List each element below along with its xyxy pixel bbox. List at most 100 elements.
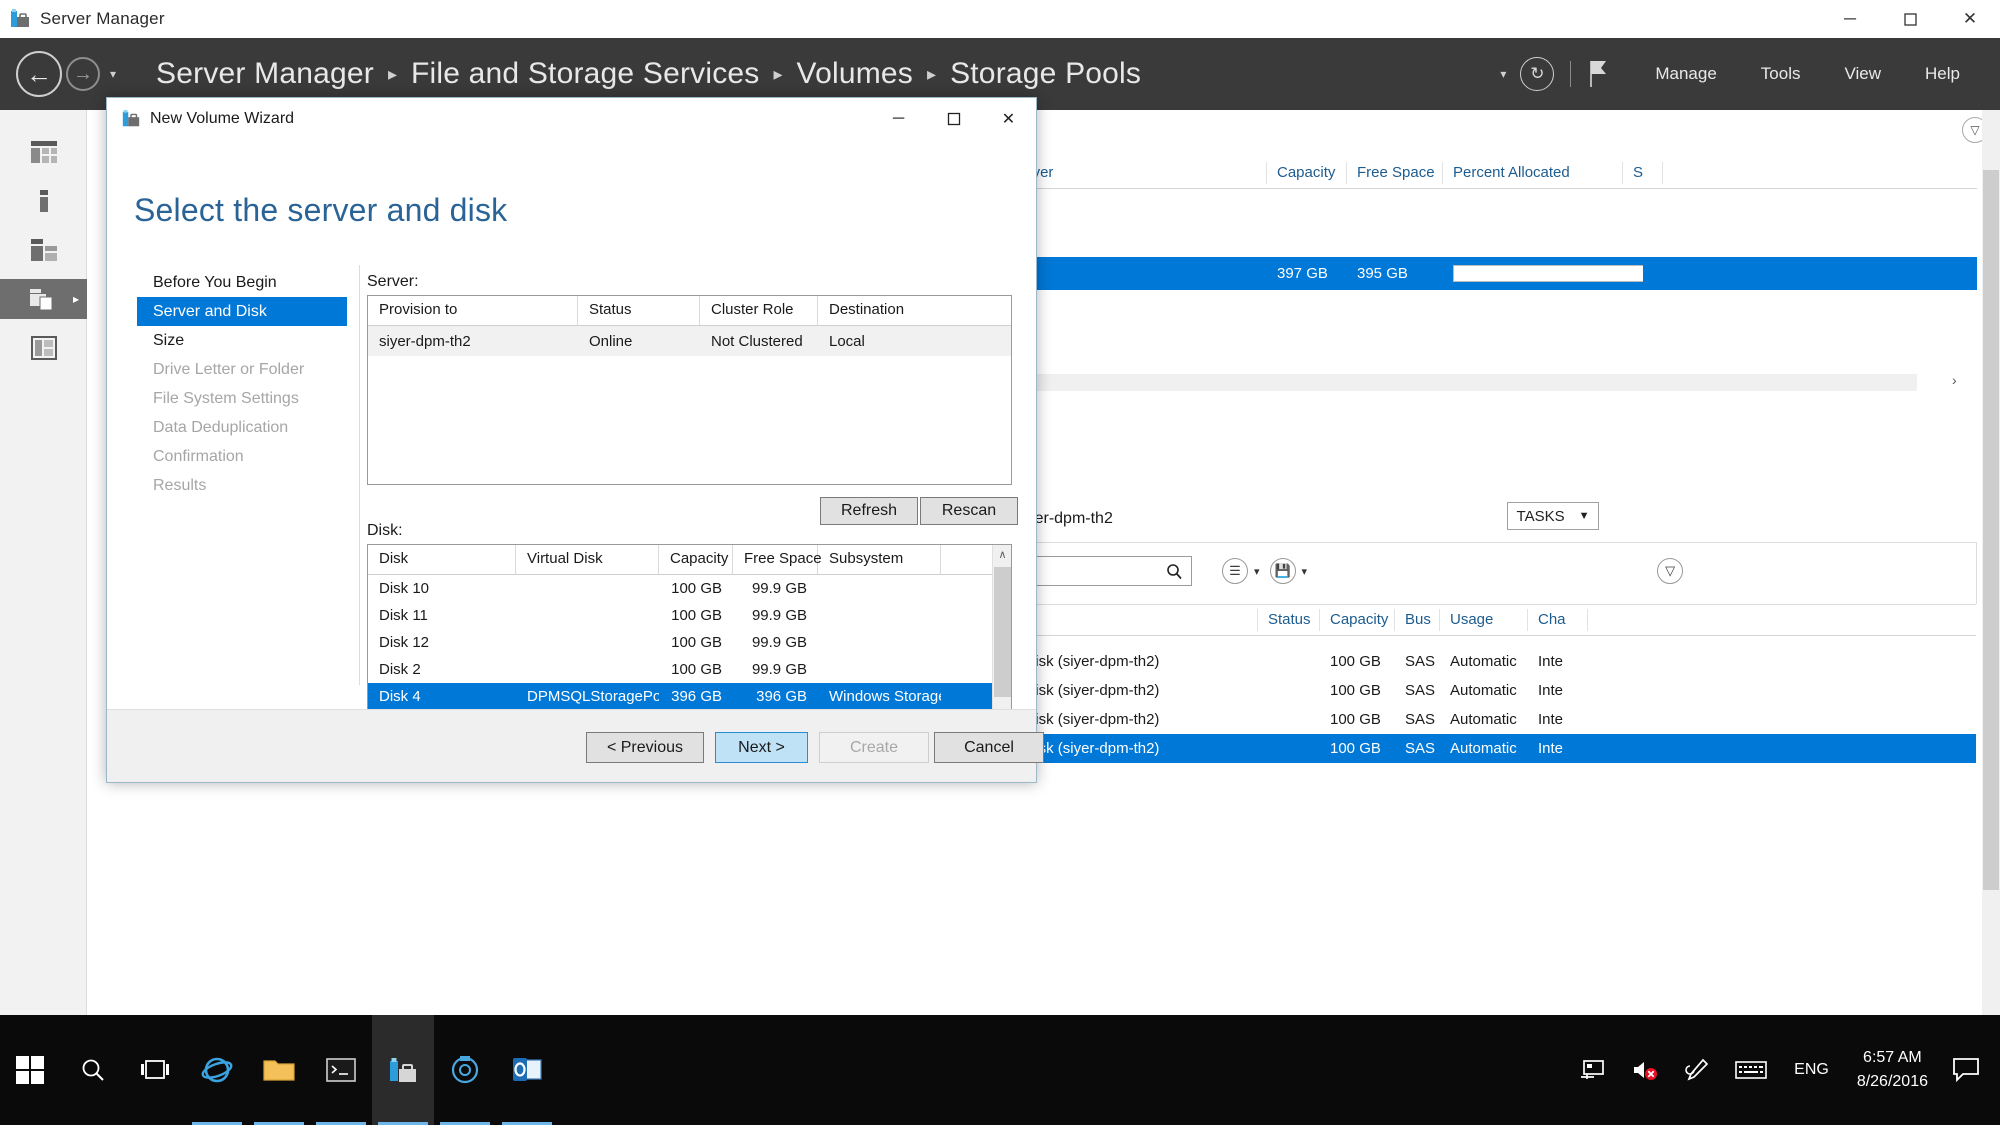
column-status[interactable]: Status	[1258, 609, 1320, 631]
dialog-close-button[interactable]: ✕	[981, 98, 1036, 140]
network-icon[interactable]	[1579, 1059, 1605, 1081]
breadcrumb-item-storage-pools[interactable]: Storage Pools	[950, 57, 1141, 91]
column-free-space[interactable]: Free Space	[733, 545, 822, 574]
column-status[interactable]: Status	[578, 296, 700, 325]
notifications-flag-icon[interactable]	[1587, 59, 1611, 89]
column-destination[interactable]: Destination	[818, 296, 1011, 325]
navbar-overflow-caret-icon[interactable]: ▾	[1500, 67, 1506, 81]
taskbar-app-file-explorer[interactable]	[248, 1015, 310, 1125]
chevron-down-icon[interactable]: ▾	[110, 67, 116, 81]
menu-view[interactable]: View	[1844, 64, 1881, 84]
taskbar-app-backup-tool[interactable]	[434, 1015, 496, 1125]
wizard-step-size[interactable]: Size	[137, 326, 347, 355]
search-icon[interactable]	[1166, 563, 1183, 580]
table-row[interactable]: siyer-dpm-th2 Online Not Clustered Local	[368, 326, 1011, 356]
rail-expand-arrow-icon[interactable]: ▸	[73, 292, 79, 306]
table-row[interactable]: -dpm-th2 397 GB 395 GB	[947, 257, 1977, 290]
sidebar-item-all-servers[interactable]	[0, 230, 87, 270]
refresh-icon[interactable]: ↻	[1520, 57, 1555, 91]
sidebar-item-role[interactable]	[0, 328, 87, 368]
taskbar-app-outlook[interactable]	[496, 1015, 558, 1125]
back-arrow-icon[interactable]: ←	[16, 51, 62, 97]
page-scrollbar-thumb[interactable]	[1983, 170, 1999, 890]
column-disk[interactable]: Disk	[368, 545, 516, 574]
wizard-step-server-and-disk[interactable]: Server and Disk	[137, 297, 347, 326]
maximize-button[interactable]	[1880, 0, 1940, 38]
column-capacity[interactable]: Capacity	[659, 545, 733, 574]
dialog-maximize-button[interactable]	[926, 98, 981, 140]
taskbar-app-server-manager[interactable]	[372, 1015, 434, 1125]
disk-scrollbar-thumb[interactable]	[994, 567, 1011, 697]
taskbar-search-button[interactable]	[62, 1015, 124, 1125]
save-view-caret-icon[interactable]: ▾	[1302, 565, 1308, 578]
sidebar-item-file-and-storage-services[interactable]: ▸	[0, 279, 87, 319]
language-indicator[interactable]: ENG	[1794, 1061, 1829, 1079]
search-icon	[80, 1057, 106, 1083]
column-capacity[interactable]: Capacity	[1320, 609, 1395, 631]
tasks-button[interactable]: TASKS ▼	[1507, 502, 1599, 530]
table-row[interactable]: Disk 4 DPMSQLStoragePool 396 GB 396 GB W…	[368, 683, 994, 710]
close-button[interactable]: ✕	[1940, 0, 2000, 38]
table-row[interactable]: Disk 12 100 GB 99.9 GB	[368, 629, 994, 656]
column-provision-to[interactable]: Provision to	[368, 296, 578, 325]
previous-button[interactable]: < Previous	[586, 732, 704, 763]
virtual-disks-rows: Virtual Disk (siyer-dpm-th2) 100 GB SAS …	[968, 647, 1976, 763]
table-row[interactable]: Disk 10 100 GB 99.9 GB	[368, 575, 994, 602]
table-row[interactable]: Virtual Disk (siyer-dpm-th2) 100 GB SAS …	[968, 705, 1976, 734]
breadcrumb-item-file-and-storage-services[interactable]: File and Storage Services	[411, 57, 760, 91]
table-row[interactable]: Disk 2 100 GB 99.9 GB	[368, 656, 994, 683]
clock[interactable]: 6:57 AM 8/26/2016	[1857, 1046, 1928, 1094]
taskbar-app-command-prompt[interactable]	[310, 1015, 372, 1125]
table-row[interactable]: -dpm-th2	[947, 219, 1977, 257]
horizontal-scrollbar[interactable]	[1037, 374, 1917, 391]
server-table-header: Provision to Status Cluster Role Destina…	[368, 296, 1011, 326]
start-button[interactable]	[0, 1055, 62, 1085]
task-view-button[interactable]	[124, 1015, 186, 1125]
column-status[interactable]: S	[1623, 161, 1663, 184]
column-chassis[interactable]: Cha	[1528, 609, 1588, 631]
chevron-down-icon[interactable]: ▽	[1657, 558, 1684, 584]
keyboard-icon[interactable]	[1735, 1060, 1767, 1080]
breadcrumb-item-volumes[interactable]: Volumes	[797, 57, 913, 91]
list-view-caret-icon[interactable]: ▾	[1254, 565, 1260, 578]
action-center-icon[interactable]	[1952, 1057, 1980, 1083]
column-spacer[interactable]	[941, 545, 994, 574]
file-storage-icon	[29, 287, 59, 311]
menu-tools[interactable]: Tools	[1761, 64, 1801, 84]
dialog-minimize-button[interactable]: ─	[871, 98, 926, 140]
wizard-step-before-you-begin[interactable]: Before You Begin	[137, 268, 347, 297]
cell-capacity: 396 GB	[671, 688, 722, 705]
column-cluster-role[interactable]: Cluster Role	[700, 296, 818, 325]
sidebar-item-dashboard[interactable]	[0, 132, 87, 172]
column-bus[interactable]: Bus	[1395, 609, 1440, 631]
next-button[interactable]: Next >	[715, 732, 808, 763]
forward-arrow-icon[interactable]: →	[66, 57, 100, 91]
refresh-button[interactable]: Refresh	[820, 497, 918, 525]
table-row[interactable]: Virtual Disk (siyer-dpm-th2) 100 GB SAS …	[968, 676, 1976, 705]
taskbar-app-internet-explorer[interactable]	[186, 1015, 248, 1125]
rescan-button[interactable]: Rescan	[920, 497, 1018, 525]
menu-help[interactable]: Help	[1925, 64, 1960, 84]
pen-icon[interactable]	[1685, 1058, 1709, 1082]
table-row[interactable]: Virtual Disk (siyer-dpm-th2) 100 GB SAS …	[968, 647, 1976, 676]
cell-usage: Automatic	[1450, 682, 1517, 699]
column-percent-allocated[interactable]: Percent Allocated	[1443, 161, 1623, 184]
table-row[interactable]: Disk 11 100 GB 99.9 GB	[368, 602, 994, 629]
column-virtual-disk[interactable]: Virtual Disk	[516, 545, 659, 574]
minimize-button[interactable]: ─	[1820, 0, 1880, 38]
column-usage[interactable]: Usage	[1440, 609, 1528, 631]
scroll-up-arrow-icon[interactable]: ∧	[993, 545, 1011, 564]
scroll-right-arrow-icon[interactable]: ›	[1952, 372, 1957, 388]
sidebar-item-local-server[interactable]	[0, 181, 87, 221]
breadcrumb-item-server-manager[interactable]: Server Manager	[156, 57, 374, 91]
cancel-button[interactable]: Cancel	[934, 732, 1044, 763]
table-row[interactable]: Virtual Disk (siyer-dpm-th2) 100 GB SAS …	[968, 734, 1976, 763]
column-free-space[interactable]: Free Space	[1347, 161, 1443, 184]
volume-muted-icon[interactable]	[1631, 1058, 1659, 1082]
list-view-icon[interactable]: ☰	[1222, 558, 1248, 584]
save-view-icon[interactable]: 💾	[1269, 558, 1296, 584]
outlook-icon	[512, 1057, 542, 1083]
column-subsystem[interactable]: Subsystem	[818, 545, 941, 574]
menu-manage[interactable]: Manage	[1655, 64, 1716, 84]
column-capacity[interactable]: Capacity	[1267, 161, 1347, 184]
